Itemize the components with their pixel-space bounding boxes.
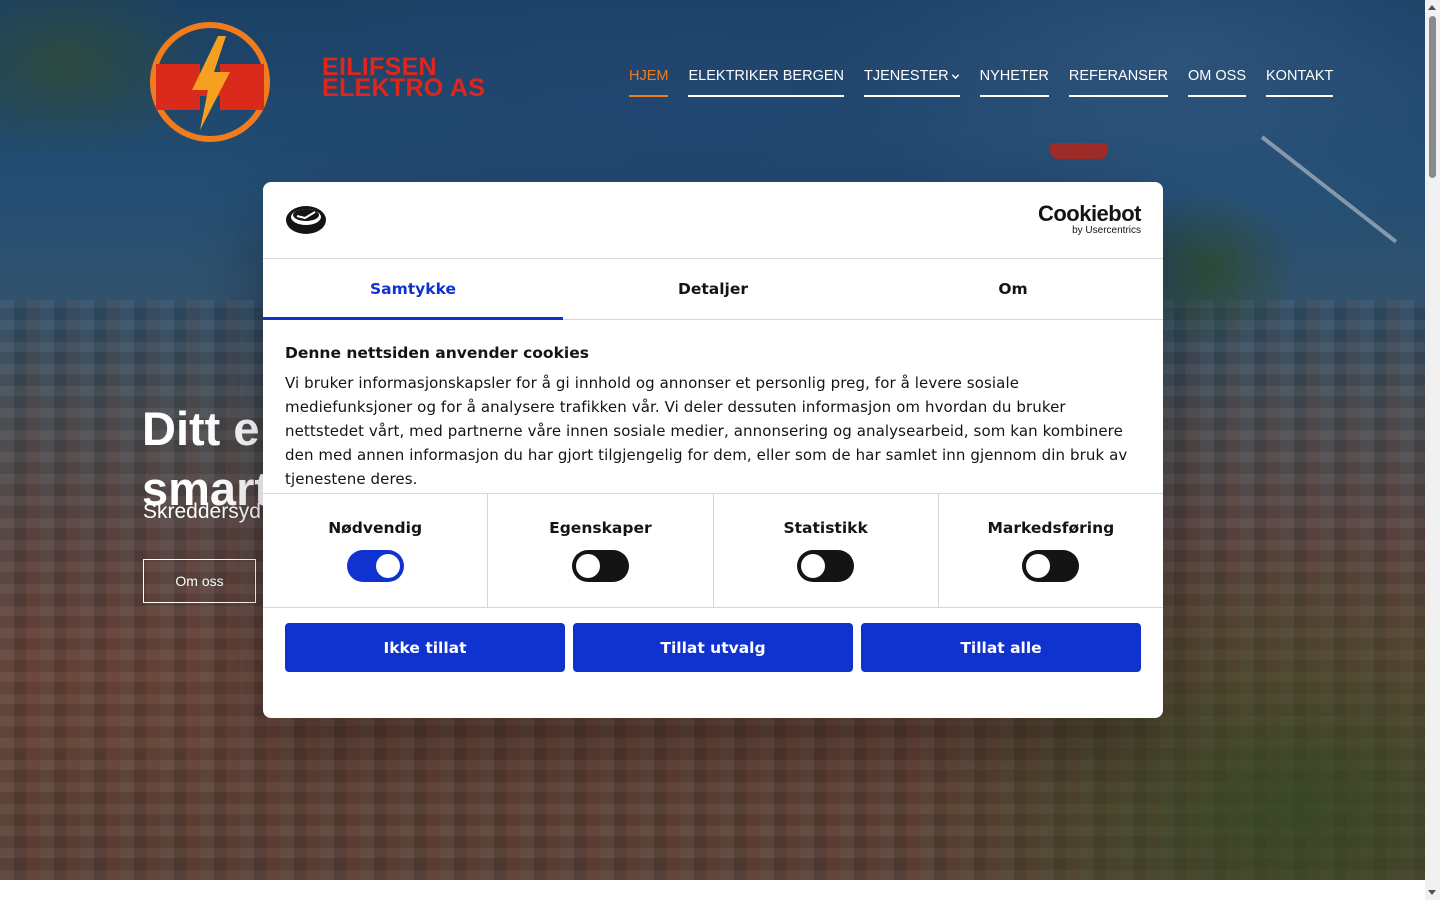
toggle-statistikk[interactable] <box>797 550 855 582</box>
toggle-egenskaper[interactable] <box>571 550 629 582</box>
cookie-dialog-actions: Ikke tillat Tillat utvalg Tillat alle <box>263 608 1163 672</box>
toggle-nodvendig[interactable] <box>346 550 404 582</box>
tab-detaljer[interactable]: Detaljer <box>563 259 863 319</box>
nav-item-tjenester[interactable]: TJENESTER <box>864 68 960 97</box>
allow-selection-button[interactable]: Tillat utvalg <box>573 623 853 672</box>
scroll-up-arrow-icon[interactable] <box>1428 5 1436 10</box>
nav-item-hjem[interactable]: HJEM <box>629 68 669 97</box>
nav-item-tjenester-label: TJENESTER <box>864 68 949 84</box>
nav-item-nyheter[interactable]: NYHETER <box>979 68 1049 97</box>
cookie-category-toggles: Nødvendig Egenskaper Statistikk Markedsf… <box>263 494 1163 608</box>
deny-button[interactable]: Ikke tillat <box>285 623 565 672</box>
lightning-logo-icon[interactable] <box>148 20 272 144</box>
cookie-logo-icon <box>286 206 326 234</box>
toggle-group-statistikk: Statistikk <box>714 494 939 607</box>
cookiebot-brand[interactable]: Cookiebot by Usercentrics <box>1037 201 1142 236</box>
nav-item-om-oss[interactable]: OM OSS <box>1188 68 1247 97</box>
nav-item-referanser[interactable]: REFERANSER <box>1068 68 1168 97</box>
toggle-label-markedsforing: Markedsføring <box>987 519 1115 537</box>
toggle-knob <box>801 554 826 578</box>
cookie-dialog-body: Denne nettsiden anvender cookies Vi bruk… <box>263 320 1163 494</box>
toggle-label-egenskaper: Egenskaper <box>549 519 652 537</box>
toggle-markedsforing[interactable] <box>1022 550 1080 582</box>
cookie-dialog-heading: Denne nettsiden anvender cookies <box>285 344 589 362</box>
cookie-consent-dialog: Cookiebot by Usercentrics Samtykke Detal… <box>263 182 1163 718</box>
toggle-group-markedsforing: Markedsføring <box>939 494 1163 607</box>
main-nav: HJEM ELEKTRIKER BERGEN TJENESTER NYHETER… <box>629 68 1334 97</box>
brand-name[interactable]: EILIFSEN ELEKTRO AS <box>322 55 486 102</box>
page-below-hero <box>0 880 1425 900</box>
cookie-dialog-header: Cookiebot by Usercentrics <box>263 182 1163 259</box>
toggle-label-statistikk: Statistikk <box>783 519 868 537</box>
scrollbar-thumb[interactable] <box>1429 16 1436 178</box>
toggle-knob <box>575 554 600 578</box>
om-oss-button[interactable]: Om oss <box>143 559 256 603</box>
brand-line2: ELEKTRO AS <box>322 74 486 102</box>
nav-item-kontakt[interactable]: KONTAKT <box>1266 68 1334 97</box>
cookie-dialog-text: Vi bruker informasjonskapsler for å gi i… <box>285 374 1128 488</box>
cookie-dialog-tabs: Samtykke Detaljer Om <box>263 259 1163 320</box>
cookiebot-name: Cookiebot <box>1037 201 1142 226</box>
toggle-label-nodvendig: Nødvendig <box>328 519 423 537</box>
scroll-down-arrow-icon[interactable] <box>1428 890 1436 895</box>
allow-all-button[interactable]: Tillat alle <box>861 623 1141 672</box>
toggle-group-nodvendig: Nødvendig <box>263 494 489 607</box>
tab-om[interactable]: Om <box>863 259 1163 319</box>
cookiebot-byline: by Usercentrics <box>1072 225 1141 236</box>
nav-item-elektriker-bergen[interactable]: ELEKTRIKER BERGEN <box>688 68 844 97</box>
scrollbar[interactable] <box>1425 0 1440 900</box>
toggle-group-egenskaper: Egenskaper <box>488 494 714 607</box>
toggle-knob <box>1026 554 1051 578</box>
chevron-down-icon <box>951 73 959 79</box>
toggle-knob <box>375 554 400 578</box>
tab-samtykke[interactable]: Samtykke <box>263 259 563 320</box>
